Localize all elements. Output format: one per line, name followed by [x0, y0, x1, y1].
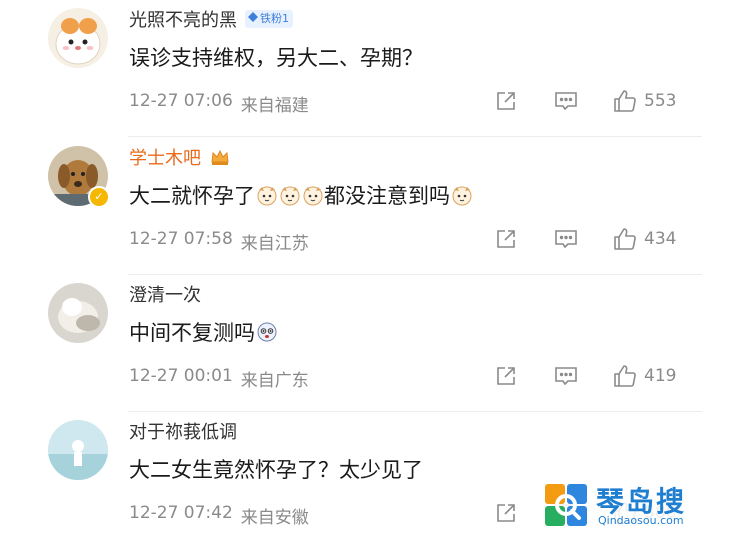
comment-text-part: 误诊支持维权，另大二、孕期？: [129, 46, 423, 70]
comment-meta: 12-27 07:42 来自安徽: [129, 503, 309, 528]
fan-badge-label: 铁粉1: [260, 12, 289, 25]
comment-meta: 12-27 07:58 来自江苏: [129, 229, 309, 254]
comment-location: 来自福建: [240, 96, 309, 116]
fan-badge: 铁粉1: [245, 10, 293, 28]
comment-location: 来自江苏: [240, 234, 309, 254]
cat-face-emoji-icon: [280, 186, 300, 206]
comment-time: 12-27 07:06: [129, 91, 233, 111]
avatar[interactable]: [48, 283, 108, 343]
comment-location: 来自广东: [240, 371, 309, 391]
like-button[interactable]: 434: [612, 226, 676, 252]
comment-item: 澄清一次 中间不复测吗 12-27 00:01 来自广东 419: [0, 275, 750, 412]
cat-face-emoji-icon: [452, 186, 472, 206]
comment-icon: [555, 230, 577, 249]
like-count: 553: [644, 91, 677, 111]
thumbs-up-icon: [614, 90, 636, 112]
comment-time: 12-27 00:01: [129, 366, 233, 386]
share-icon: [497, 92, 515, 110]
reply-button[interactable]: [553, 226, 579, 252]
like-button[interactable]: 553: [612, 88, 676, 114]
reply-button[interactable]: [553, 88, 579, 114]
like-count: 419: [644, 366, 677, 386]
cat-face-emoji-icon: [257, 186, 277, 206]
share-icon: [497, 504, 515, 522]
cat-face-emoji-icon: [303, 186, 323, 206]
diamond-icon: [248, 10, 258, 28]
comment-text-part: 大二就怀孕了: [129, 184, 255, 208]
comment-meta: 12-27 00:01 来自广东: [129, 366, 309, 391]
comment-text: 大二女生竟然怀孕了？太少见了: [129, 454, 423, 484]
share-button[interactable]: [494, 226, 518, 252]
confused-face-emoji-icon: [257, 322, 277, 342]
share-icon: [497, 230, 515, 248]
username[interactable]: 对于祢莪低调: [129, 418, 237, 444]
comment-text: 大二就怀孕了 都没注意到吗: [129, 180, 473, 210]
comment-text: 中间不复测吗: [129, 317, 278, 347]
divider: [128, 136, 702, 137]
thumbs-up-icon: [614, 365, 636, 387]
comment-text-part: 都没注意到吗: [324, 184, 450, 208]
comment-text-part: 大二女生竟然怀孕了？太少见了: [129, 458, 423, 482]
username[interactable]: 学士木吧: [129, 144, 201, 170]
comment-time: 12-27 07:42: [129, 503, 233, 523]
thumbs-up-icon: [614, 228, 636, 250]
share-button[interactable]: [494, 500, 518, 526]
avatar[interactable]: [48, 420, 108, 480]
comment-meta: 12-27 07:06 来自福建: [129, 91, 309, 116]
comment-icon: [555, 367, 577, 386]
comment-icon: [555, 92, 577, 111]
comment-time: 12-27 07:58: [129, 229, 233, 249]
username[interactable]: 澄清一次: [129, 281, 201, 307]
share-button[interactable]: [494, 88, 518, 114]
share-icon: [497, 367, 515, 385]
share-button[interactable]: [494, 363, 518, 389]
avatar[interactable]: [48, 8, 108, 68]
username[interactable]: 光照不亮的黑: [129, 6, 237, 32]
crown-icon: [211, 149, 229, 165]
comment-text: 误诊支持维权，另大二、孕期？: [129, 42, 423, 72]
watermark-url: Qindaosou.com: [598, 514, 684, 527]
site-logo-icon: [545, 484, 587, 526]
comment-item: 光照不亮的黑 铁粉1 误诊支持维权，另大二、孕期？ 12-27 07:06 来自…: [0, 0, 750, 137]
reply-button[interactable]: [553, 363, 579, 389]
site-watermark: 琴岛搜 Qindaosou.com: [540, 480, 745, 532]
like-count: 434: [644, 229, 677, 249]
comment-location: 来自安徽: [240, 508, 309, 528]
verified-badge-icon: ✓: [88, 186, 110, 208]
comment-text-part: 中间不复测吗: [129, 321, 255, 345]
comment-item: ✓ 学士木吧 大二就怀孕了 都没注意到吗 12-27 07:58 来自江苏 43…: [0, 138, 750, 275]
like-button[interactable]: 419: [612, 363, 676, 389]
